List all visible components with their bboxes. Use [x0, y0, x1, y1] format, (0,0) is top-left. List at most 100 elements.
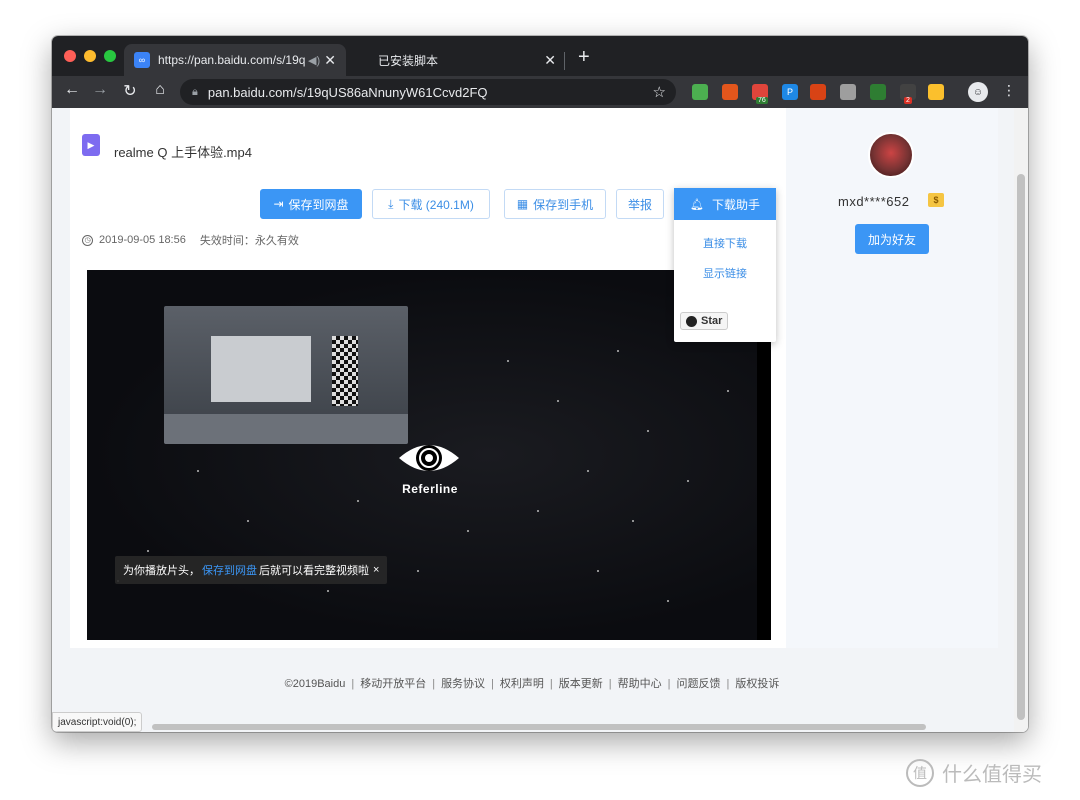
tab-inactive[interactable]: 已安装脚本 ✕: [350, 44, 566, 76]
download-helper-menu: 🔔︎ 下载助手 直接下载 显示链接 Star: [674, 188, 776, 342]
preview-tip: 为你播放片头， 保存到网盘 后就可以看完整视频啦 ×: [115, 556, 388, 584]
star-particle: [147, 550, 149, 552]
download-helper-button[interactable]: 🔔︎ 下载助手: [674, 188, 776, 220]
footer-link[interactable]: 帮助中心: [618, 678, 662, 690]
multicolor-ext-icon[interactable]: [928, 84, 944, 100]
footer-separator: |: [491, 678, 494, 690]
evernote-ext-icon[interactable]: [692, 84, 708, 100]
lock-icon: 🔒︎: [192, 85, 198, 98]
helper-label: 下载助手: [711, 197, 760, 212]
test-chart: [211, 336, 311, 402]
minimize-window-button[interactable]: [84, 50, 96, 62]
username: mxd****652: [838, 194, 910, 209]
tab-separator: [564, 52, 565, 70]
save-phone-label: 保存到手机: [533, 197, 594, 212]
star-particle: [417, 570, 419, 572]
new-tab-icon[interactable]: +: [578, 46, 590, 69]
report-button[interactable]: 举报: [616, 189, 664, 219]
page-content: ▶ realme Q 上手体验.mp4 ⇥ 保存到网盘 ⤓ 下载 (240.1M) …: [52, 108, 1028, 732]
screen-ext-badge: 2: [904, 97, 912, 104]
star-particle: [687, 480, 689, 482]
browser-window: ∞ https://pan.baidu.com/s/19q ◀) ✕ 已安装脚本…: [52, 36, 1028, 732]
tip-close-icon[interactable]: ×: [373, 564, 379, 576]
forward-arrow-icon[interactable]: →: [90, 81, 110, 99]
save-icon: ⇥: [273, 197, 284, 211]
star-particle: [587, 470, 589, 472]
star-particle: [617, 350, 619, 352]
vertical-scroll-thumb[interactable]: [1017, 174, 1025, 720]
show-link-item[interactable]: 显示链接: [674, 265, 776, 281]
pinwheel-ext-icon[interactable]: [810, 84, 826, 100]
speed-ext-icon[interactable]: [840, 84, 856, 100]
star-particle: [327, 590, 329, 592]
reload-icon[interactable]: ↻: [120, 81, 140, 101]
horizontal-scroll-thumb[interactable]: [152, 724, 926, 730]
browser-toolbar: ← → ↻ ⌂ 🔒︎ pan.baidu.com/s/19qUS86aNnuny…: [52, 76, 1028, 108]
download-icon: ⤓: [388, 196, 394, 211]
star-particle: [197, 470, 199, 472]
vip-badge-icon: $: [928, 193, 944, 207]
footer-separator: |: [667, 678, 671, 690]
footer-separator: |: [549, 678, 553, 690]
watermark-logo-icon: 值: [906, 758, 934, 787]
profile-avatar-icon[interactable]: ☺: [968, 82, 988, 102]
url-text: pan.baidu.com/s/19qUS86aNnunyW61Ccvd2FQ: [207, 84, 488, 100]
home-icon[interactable]: ⌂: [150, 81, 170, 99]
footer-separator: |: [351, 678, 355, 690]
tab-close-icon[interactable]: ✕: [544, 52, 556, 69]
pocket-ext-badge: 76: [756, 97, 768, 104]
green-ext-icon[interactable]: [870, 84, 886, 100]
tab-bar: ∞ https://pan.baidu.com/s/19q ◀) ✕ 已安装脚本…: [52, 36, 1028, 76]
watermark-text: 什么值得买: [942, 764, 1042, 786]
bookmark-star-icon[interactable]: ☆: [653, 83, 666, 101]
close-window-button[interactable]: [64, 50, 76, 62]
p-ext-icon[interactable]: P: [782, 84, 798, 100]
direct-download-item[interactable]: 直接下载: [674, 235, 776, 251]
save-to-phone-button[interactable]: ▦ 保存到手机: [504, 189, 606, 219]
download-button[interactable]: ⤓ 下载 (240.1M): [372, 189, 490, 219]
tab-active[interactable]: ∞ https://pan.baidu.com/s/19q ◀) ✕: [124, 44, 346, 76]
audio-icon[interactable]: ◀): [308, 54, 320, 67]
video-file-icon: ▶: [82, 134, 100, 156]
cookie-ext-icon[interactable]: [722, 84, 738, 100]
footer-link[interactable]: 问题反馈: [677, 678, 721, 690]
tab-close-icon[interactable]: ✕: [324, 52, 336, 69]
star-particle: [537, 510, 539, 512]
avatar[interactable]: [868, 132, 914, 178]
tip-save-link[interactable]: 保存到网盘: [202, 562, 257, 578]
menu-kebab-icon[interactable]: ⋮: [1002, 82, 1016, 99]
video-brand-text: Referline: [402, 482, 458, 496]
star-particle: [247, 520, 249, 522]
star-particle: [727, 390, 729, 392]
add-friend-button[interactable]: 加为好友: [855, 224, 929, 254]
referline-eye-logo-icon: [399, 445, 459, 471]
footer-separator: |: [608, 678, 612, 690]
baidu-cloud-icon: ∞: [134, 52, 150, 68]
maximize-window-button[interactable]: [104, 50, 116, 62]
footer-separator: |: [726, 678, 730, 690]
checkerboard: [332, 336, 358, 406]
footer-separator: |: [432, 678, 436, 690]
star-particle: [647, 430, 649, 432]
status-bar: javascript:void(0);: [52, 712, 143, 732]
file-meta: ◷ 2019-09-05 18:56 失效时间：永久有效: [82, 232, 299, 248]
qr-code-icon: ▦: [516, 197, 529, 211]
footer-link[interactable]: 版本更新: [559, 678, 603, 690]
video-preview-thumbnail: [164, 306, 408, 444]
save-to-netdisk-button[interactable]: ⇥ 保存到网盘: [260, 189, 362, 219]
footer-link[interactable]: 版权投诉: [735, 678, 779, 690]
star-particle: [357, 500, 359, 502]
page-footer: ©2019Baidu | 移动开放平台 | 服务协议 | 权利声明 | 版本更新 | 帮助中心 | 问题…: [52, 675, 1012, 691]
video-player[interactable]: Referline 为你播放片头， 保存到网盘 后就可以看完整视频啦 ×: [87, 270, 771, 640]
star-particle: [597, 570, 599, 572]
footer-link[interactable]: 移动开放平台: [360, 678, 426, 690]
address-bar[interactable]: 🔒︎ pan.baidu.com/s/19qUS86aNnunyW61Ccvd2…: [180, 79, 676, 105]
tab-title: https://pan.baidu.com/s/19q: [158, 53, 306, 67]
footer-link: ©2019Baidu: [284, 678, 346, 690]
bell-icon: 🔔︎: [690, 198, 704, 211]
floor: [164, 414, 408, 444]
footer-link[interactable]: 权利声明: [500, 678, 544, 690]
github-star-button[interactable]: Star: [680, 312, 729, 330]
footer-link[interactable]: 服务协议: [441, 678, 485, 690]
back-arrow-icon[interactable]: ←: [62, 81, 82, 99]
